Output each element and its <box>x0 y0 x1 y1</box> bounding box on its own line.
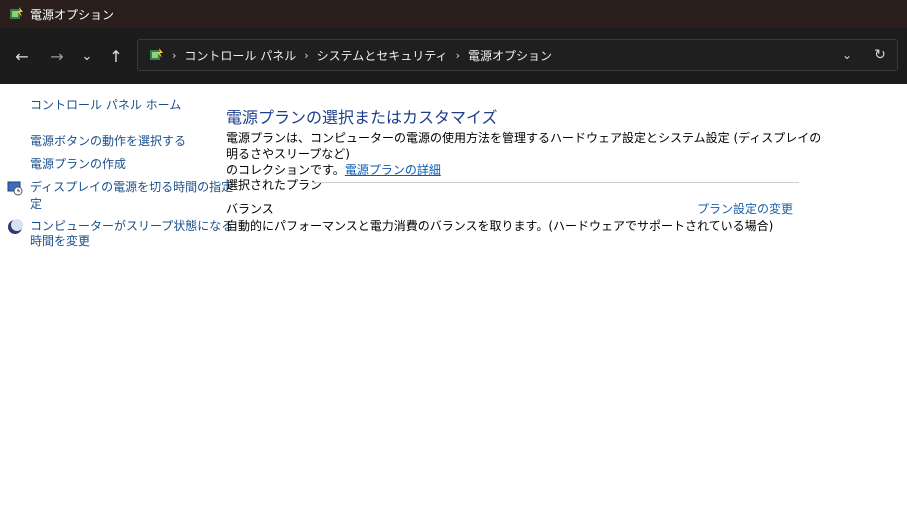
sidebar-item-create-plan[interactable]: 電源プランの作成 <box>30 156 126 173</box>
clock-monitor-icon <box>7 181 23 196</box>
navigation-bar: ← → ⌄ ↑ › コントロール パネル › システムとセキュリティ › 電源オ… <box>0 28 907 84</box>
power-plans-details-link[interactable]: 電源プランの詳細 <box>345 163 441 177</box>
breadcrumb-control-panel[interactable]: コントロール パネル <box>184 47 296 64</box>
arrow-up-icon: ↑ <box>109 46 123 66</box>
forward-button[interactable]: → <box>44 44 70 68</box>
page-title: 電源プランの選択またはカスタマイズ <box>226 108 498 127</box>
plan-description: 自動的にパフォーマンスと電力消費のバランスを取ります。(ハードウェアでサポートさ… <box>226 219 774 233</box>
arrow-left-icon: ← <box>15 46 29 66</box>
chevron-down-icon: ⌄ <box>81 48 93 64</box>
title-bar: 電源オプション <box>0 0 907 28</box>
breadcrumb-separator: › <box>455 48 460 62</box>
breadcrumb-system-security[interactable]: システムとセキュリティ <box>317 47 448 64</box>
page-description: 電源プランは、コンピューターの電源の使用方法を管理するハードウェア設定とシステム… <box>226 130 826 178</box>
description-line-1: 電源プランは、コンピューターの電源の使用方法を管理するハードウェア設定とシステム… <box>226 131 822 161</box>
sidebar-item-display-off-line2[interactable]: 定 <box>30 196 42 213</box>
control-panel-icon <box>150 48 163 60</box>
breadcrumb-separator: › <box>304 48 309 62</box>
selected-plan-label: 選択されたプラン <box>226 178 323 192</box>
arrow-right-icon: → <box>50 46 64 66</box>
sidebar-item-display-off-line1[interactable]: ディスプレイの電源を切る時間の指定 <box>30 179 233 196</box>
address-bar-controls: ⌄ ↻ <box>831 40 897 70</box>
back-button[interactable]: ← <box>9 44 35 68</box>
breadcrumb-power-options[interactable]: 電源オプション <box>468 47 552 64</box>
moon-icon <box>8 219 23 234</box>
sidebar-item-power-button[interactable]: 電源ボタンの動作を選択する <box>30 133 186 150</box>
up-button[interactable]: ↑ <box>103 44 129 68</box>
description-line-2-text: のコレクションです。 <box>226 163 345 177</box>
window-title: 電源オプション <box>30 7 115 22</box>
breadcrumb-separator: › <box>172 48 177 62</box>
chevron-down-icon[interactable]: ⌄ <box>831 48 863 62</box>
sidebar-item-sleep-line2[interactable]: 時間を変更 <box>30 233 90 250</box>
change-plan-settings-link[interactable]: プラン設定の変更 <box>697 200 793 217</box>
refresh-icon[interactable]: ↻ <box>863 47 897 63</box>
plan-name: バランス <box>226 202 274 216</box>
recent-locations-button[interactable]: ⌄ <box>74 44 100 68</box>
control-panel-home-link[interactable]: コントロール パネル ホーム <box>30 97 181 114</box>
address-bar[interactable]: › コントロール パネル › システムとセキュリティ › 電源オプション ⌄ ↻ <box>137 39 898 71</box>
group-divider <box>312 182 799 183</box>
power-options-icon <box>10 7 23 19</box>
